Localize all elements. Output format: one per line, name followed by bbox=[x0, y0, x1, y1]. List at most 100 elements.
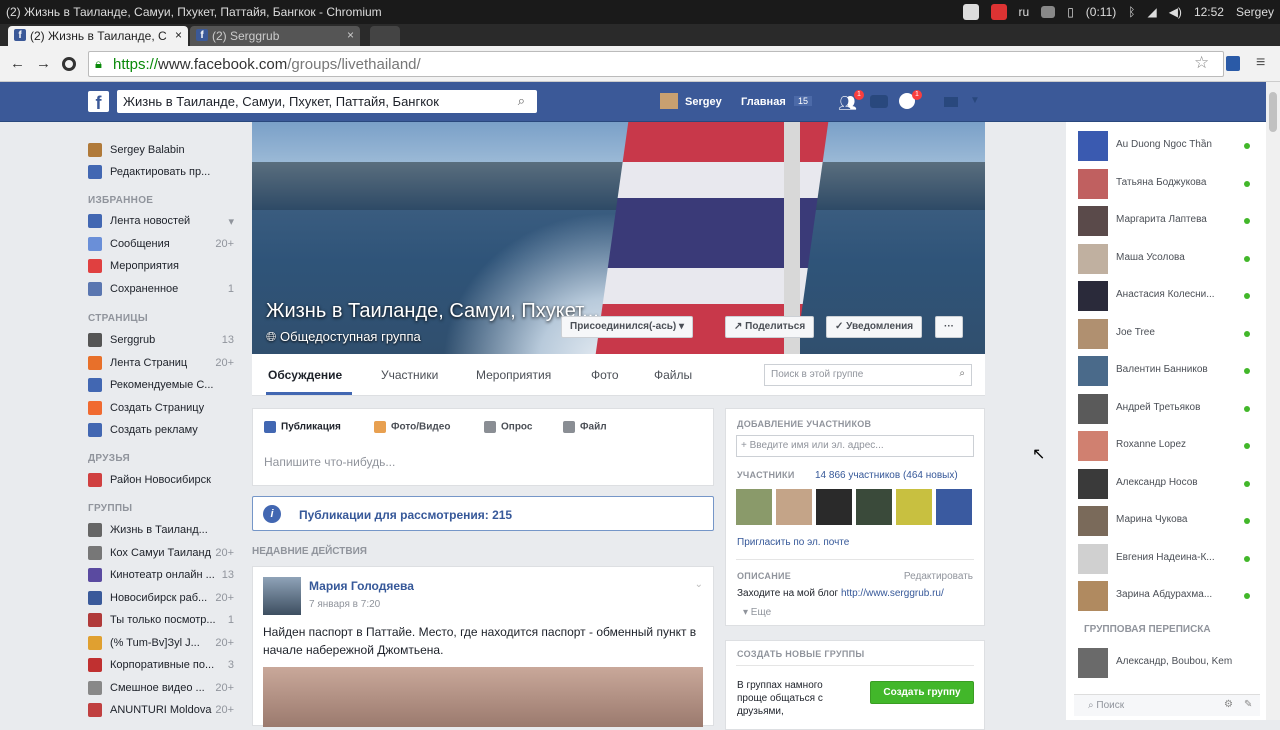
composer-photo-video-tab[interactable]: Фото/Видео bbox=[374, 421, 450, 433]
member-avatar[interactable] bbox=[776, 489, 812, 525]
groups-item[interactable]: Кинотеатр онлайн ... 13 bbox=[88, 567, 238, 585]
sidebar-profile[interactable]: Sergey Balabin bbox=[88, 142, 238, 160]
composer-poll-tab[interactable]: Опрос bbox=[484, 421, 532, 433]
favorites-item[interactable]: Мероприятия bbox=[88, 258, 238, 276]
chat-contact[interactable]: Roxanne Lopez bbox=[1078, 431, 1258, 463]
composer-file-tab[interactable]: Файл bbox=[563, 421, 607, 433]
composer-input[interactable]: Напишите что-нибудь... bbox=[264, 455, 395, 469]
share-button[interactable]: ↗ Поделиться bbox=[725, 316, 815, 338]
chat-contact[interactable]: Евгения Надеина-К... bbox=[1078, 543, 1258, 576]
home-link[interactable]: Главная bbox=[741, 96, 786, 108]
post-timestamp[interactable]: 7 января в 7:20 bbox=[309, 599, 380, 610]
chat-contact[interactable]: Марина Чукова bbox=[1078, 506, 1258, 538]
pause-icon[interactable] bbox=[962, 4, 979, 20]
tab-close-icon[interactable]: × bbox=[175, 28, 182, 42]
post-author-name[interactable]: Мария Голодяева bbox=[309, 579, 414, 593]
chat-contact[interactable]: Валентин Банников bbox=[1078, 356, 1258, 388]
blog-link[interactable]: http://www.serggrub.ru/ bbox=[841, 588, 944, 599]
notifications-button[interactable]: ✓ Уведомления bbox=[826, 316, 923, 338]
chat-compose-icon[interactable]: ✎ bbox=[1244, 699, 1252, 710]
battery-icon[interactable]: ▯ bbox=[1067, 5, 1074, 19]
volume-icon[interactable]: ◀) bbox=[1169, 5, 1182, 19]
clock[interactable]: 12:52 bbox=[1194, 5, 1224, 19]
groups-item[interactable]: Новосибирск раб... 20+ bbox=[88, 590, 238, 608]
post-image[interactable] bbox=[263, 667, 703, 727]
new-tab-button[interactable] bbox=[370, 26, 400, 46]
address-bar[interactable]: 🔒︎ https://www.facebook.com/groups/livet… bbox=[88, 51, 1224, 77]
tab-members[interactable]: Участники bbox=[381, 368, 438, 382]
friends-item[interactable]: Район Новосибирск bbox=[88, 472, 238, 490]
create-group-button[interactable]: Создать группу bbox=[870, 681, 974, 704]
groups-item[interactable]: Смешное видео ... 20+ bbox=[88, 680, 238, 698]
search-icon[interactable]: ⌕ bbox=[959, 368, 965, 379]
member-avatar[interactable] bbox=[856, 489, 892, 525]
post-options-chevron-icon[interactable]: ⌄ bbox=[695, 579, 703, 590]
favorites-item[interactable]: Сохраненное 1 bbox=[88, 281, 238, 299]
search-icon[interactable]: ⌕ bbox=[518, 93, 525, 109]
groups-item[interactable]: Жизнь в Таиланд... bbox=[88, 522, 238, 540]
pages-item[interactable]: Рекомендуемые С... bbox=[88, 377, 238, 395]
chat-settings-icon[interactable]: ⚙ bbox=[1224, 699, 1233, 710]
account-menu-icon[interactable]: ▼ bbox=[970, 95, 980, 106]
groups-item[interactable]: (% Tum-Bv]Зуl J... 20+ bbox=[88, 635, 238, 653]
tab-photos[interactable]: Фото bbox=[591, 368, 619, 382]
composer-publish-tab[interactable]: Публикация bbox=[264, 421, 341, 433]
record-icon[interactable] bbox=[990, 4, 1007, 20]
see-more-link[interactable]: ▾ Еще bbox=[743, 607, 771, 618]
groups-item[interactable]: Кох Самуи Таиланд 20+ bbox=[88, 545, 238, 563]
facebook-logo[interactable]: f bbox=[88, 91, 109, 113]
chat-group-conversation[interactable]: Александр, Boubou, Kem bbox=[1078, 648, 1258, 680]
tab-serggrub[interactable]: f (2) Serggrub × bbox=[190, 26, 360, 46]
chat-search-input[interactable]: ⌕ Поиск ⚙ ✎ bbox=[1074, 694, 1260, 716]
group-search-input[interactable]: Поиск в этой группе ⌕ bbox=[764, 364, 972, 386]
chat-contact[interactable]: Маргарита Лаптева bbox=[1078, 206, 1258, 238]
more-options-button[interactable]: ··· bbox=[935, 316, 963, 338]
pending-posts-text[interactable]: Публикации для рассмотрения: 215 bbox=[299, 508, 512, 522]
messages-icon[interactable] bbox=[870, 95, 888, 108]
groups-item[interactable]: ANUNTURI Moldova 20+ bbox=[88, 702, 238, 720]
page-scrollbar[interactable] bbox=[1266, 82, 1280, 720]
facebook-search-input[interactable]: Жизнь в Таиланде, Самуи, Пхукет, Паттайя… bbox=[117, 90, 537, 113]
member-avatar[interactable] bbox=[736, 489, 772, 525]
member-avatar[interactable] bbox=[896, 489, 932, 525]
member-avatar[interactable] bbox=[816, 489, 852, 525]
pages-item[interactable]: Создать Страницу bbox=[88, 400, 238, 418]
group-name[interactable]: Жизнь в Таиланде, Самуи, Пхукет... bbox=[266, 300, 599, 323]
extension-icon[interactable] bbox=[1226, 56, 1240, 71]
chat-contact[interactable]: Андрей Третьяков bbox=[1078, 393, 1258, 426]
browser-menu-icon[interactable]: ≡ bbox=[1256, 54, 1265, 72]
member-avatar[interactable] bbox=[936, 489, 972, 525]
bluetooth-icon[interactable]: ᛒ bbox=[1128, 5, 1135, 19]
privacy-shortcuts-icon[interactable] bbox=[944, 97, 958, 107]
pages-item[interactable]: Serggrub 13 bbox=[88, 332, 238, 350]
chat-contact[interactable]: Зарина Абдурахма... bbox=[1078, 581, 1258, 613]
tab-facebook-group[interactable]: f (2) Жизнь в Таиланде, С × bbox=[8, 26, 188, 46]
groups-item[interactable]: Корпоративные по... 3 bbox=[88, 657, 238, 675]
chat-contact[interactable]: Au Duong Ngoc Thần bbox=[1078, 131, 1258, 163]
signal-icon[interactable]: ◢ bbox=[1147, 5, 1156, 19]
forward-icon[interactable]: → bbox=[36, 55, 51, 72]
scrollbar-thumb[interactable] bbox=[1269, 92, 1277, 132]
edit-description-link[interactable]: Редактировать bbox=[904, 571, 973, 582]
joined-button[interactable]: Присоединился(-ась) ▾ bbox=[561, 316, 694, 338]
add-member-input[interactable]: + Введите имя или эл. адрес... bbox=[736, 435, 974, 457]
pages-item[interactable]: Лента Страниц 20+ bbox=[88, 355, 238, 373]
tab-close-icon[interactable]: × bbox=[347, 28, 354, 42]
tab-files[interactable]: Файлы bbox=[654, 368, 692, 382]
chat-contact[interactable]: Анастасия Колесни... bbox=[1078, 281, 1258, 313]
keyboard-layout[interactable]: ru bbox=[1019, 5, 1030, 19]
favorites-item[interactable]: Лента новостей ▾ bbox=[88, 213, 238, 231]
pending-posts-banner[interactable]: i Публикации для рассмотрения: 215 bbox=[252, 496, 714, 531]
back-icon[interactable]: ← bbox=[10, 55, 25, 72]
tab-discussion[interactable]: Обсуждение bbox=[268, 368, 342, 382]
chat-contact[interactable]: Маша Усолова bbox=[1078, 243, 1258, 276]
profile-link[interactable]: Sergey bbox=[685, 96, 722, 108]
invite-by-email-link[interactable]: Пригласить по эл. почте bbox=[737, 537, 849, 548]
mail-icon[interactable] bbox=[1041, 6, 1056, 18]
chat-contact[interactable]: Татьяна Боджукова bbox=[1078, 168, 1258, 201]
members-count-link[interactable]: 14 866 участников (464 новых) bbox=[815, 470, 958, 481]
bookmark-star-icon[interactable]: ☆ bbox=[1194, 53, 1209, 73]
user-avatar[interactable] bbox=[660, 93, 678, 109]
user-menu[interactable]: Sergey bbox=[1236, 5, 1274, 19]
chat-contact[interactable]: Joe Tree bbox=[1078, 318, 1258, 351]
